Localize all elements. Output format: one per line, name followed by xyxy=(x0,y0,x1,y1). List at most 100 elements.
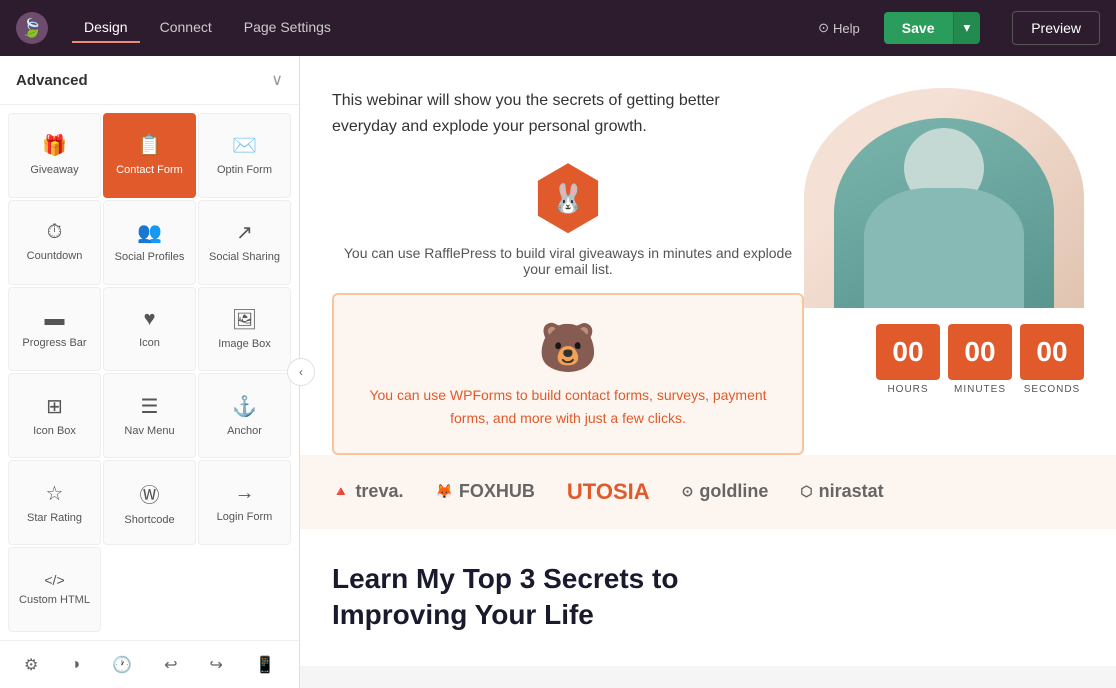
hero-left: This webinar will show you the secrets o… xyxy=(332,88,804,455)
widget-icon[interactable]: ♥ Icon xyxy=(103,287,196,372)
widget-nav-menu[interactable]: ☰ Nav Menu xyxy=(103,373,196,458)
widget-label-countdown: Countdown xyxy=(27,250,83,263)
countdown-hours-value: 00 xyxy=(876,324,940,380)
logo-nirastat: ⬡ nirastat xyxy=(800,481,883,502)
widget-giveaway[interactable]: 🎁 Giveaway xyxy=(8,113,101,198)
panel-collapse-arrow[interactable]: ‹ xyxy=(287,358,315,386)
widget-label-icon: Icon xyxy=(139,337,160,350)
contact-form-icon: 📋 xyxy=(137,133,162,158)
bottom-toolbar: ⚙ ◑ 🕐 ↩ ↪ 📱 xyxy=(0,640,299,688)
icon-widget-icon: ♥ xyxy=(144,308,156,331)
widget-contact-form[interactable]: 📋 Contact Form xyxy=(103,113,196,198)
sidebar-title: Advanced xyxy=(16,72,88,89)
widget-progress-bar[interactable]: ▬ Progress Bar xyxy=(8,287,101,372)
bottom-section: Learn My Top 3 Secrets to Improving Your… xyxy=(300,529,1116,666)
hero-section: This webinar will show you the secrets o… xyxy=(300,56,1116,455)
giveaway-icon: 🎁 xyxy=(42,133,67,158)
countdown-seconds-label: SECONDS xyxy=(1024,384,1080,395)
login-form-icon: → xyxy=(235,482,255,505)
widget-social-profiles[interactable]: 👥 Social Profiles xyxy=(103,200,196,285)
content-area: This webinar will show you the secrets o… xyxy=(300,56,1116,688)
logo-foxhub: 🦊 FOXHUB xyxy=(435,481,534,502)
widget-label-icon-box: Icon Box xyxy=(33,425,76,438)
countdown-minutes: 00 MINUTES xyxy=(948,324,1012,395)
widget-anchor[interactable]: ⚓ Anchor xyxy=(198,373,291,458)
help-icon: ⊙ xyxy=(818,20,829,36)
widget-icon-box[interactable]: ⊞ Icon Box xyxy=(8,373,101,458)
star-rating-icon: ☆ xyxy=(46,481,64,506)
widget-optin-form[interactable]: ✉️ Optin Form xyxy=(198,113,291,198)
widget-custom-html[interactable]: </> Custom HTML xyxy=(8,547,101,632)
nav-menu-icon: ☰ xyxy=(141,394,159,419)
widget-label-anchor: Anchor xyxy=(227,425,262,438)
undo-toolbar-button[interactable]: ↩ xyxy=(156,647,185,683)
custom-html-icon: </> xyxy=(44,572,64,588)
main-layout: Advanced ∨ 🎁 Giveaway 📋 Contact Form ✉️ … xyxy=(0,56,1116,688)
save-dropdown-button[interactable]: ▾ xyxy=(953,12,981,44)
sidebar-header: Advanced ∨ xyxy=(0,56,299,105)
widget-label-image-box: Image Box xyxy=(218,338,271,351)
widget-label-contact-form: Contact Form xyxy=(116,164,183,177)
top-navigation: 🍃 Design Connect Page Settings ⊙ Help Sa… xyxy=(0,0,1116,56)
optin-form-icon: ✉️ xyxy=(232,133,257,158)
widget-label-progress-bar: Progress Bar xyxy=(22,337,86,350)
preview-button[interactable]: Preview xyxy=(1012,11,1100,45)
giveaway-description: You can use RafflePress to build viral g… xyxy=(332,245,804,277)
sidebar-collapse-button[interactable]: ∨ xyxy=(271,70,283,90)
wpforms-box: 🐻 You can use WPForms to build contact f… xyxy=(332,293,804,455)
social-sharing-icon: ↗ xyxy=(236,220,253,245)
countdown-minutes-value: 00 xyxy=(948,324,1012,380)
logo: 🍃 xyxy=(16,12,48,44)
nav-tab-design[interactable]: Design xyxy=(72,13,140,43)
settings-toolbar-button[interactable]: ⚙ xyxy=(16,647,46,683)
countdown-icon: ⏱ xyxy=(47,221,63,244)
rafflepress-logo: 🐰 xyxy=(533,163,603,233)
nav-tab-page-settings[interactable]: Page Settings xyxy=(232,13,343,43)
widget-label-custom-html: Custom HTML xyxy=(19,594,90,607)
save-button-group: Save ▾ xyxy=(884,12,980,44)
widget-social-sharing[interactable]: ↗ Social Sharing xyxy=(198,200,291,285)
layers-toolbar-button[interactable]: ◑ xyxy=(62,648,88,682)
widget-label-star-rating: Star Rating xyxy=(27,512,82,525)
anchor-icon: ⚓ xyxy=(232,394,257,419)
widget-label-social-sharing: Social Sharing xyxy=(209,251,280,264)
wpforms-bear-icon: 🐻 xyxy=(366,319,770,376)
mobile-toolbar-button[interactable]: 📱 xyxy=(247,647,283,683)
logo-goldline: ⊙ goldline xyxy=(682,481,769,502)
icon-box-icon: ⊞ xyxy=(46,394,63,419)
countdown-seconds-value: 00 xyxy=(1020,324,1084,380)
widget-star-rating[interactable]: ☆ Star Rating xyxy=(8,460,101,545)
nav-tabs: Design Connect Page Settings xyxy=(72,13,343,43)
countdown-minutes-label: MINUTES xyxy=(954,384,1006,395)
giveaway-section: 🐰 You can use RafflePress to build viral… xyxy=(332,163,804,277)
save-button[interactable]: Save xyxy=(884,12,953,44)
widget-image-box[interactable]: 🖼 Image Box xyxy=(198,287,291,372)
nav-tab-connect[interactable]: Connect xyxy=(148,13,224,43)
widget-label-shortcode: Shortcode xyxy=(124,514,174,527)
left-sidebar: Advanced ∨ 🎁 Giveaway 📋 Contact Form ✉️ … xyxy=(0,56,300,688)
redo-toolbar-button[interactable]: ↪ xyxy=(202,647,231,683)
logo-utosia: UTOSIA xyxy=(567,479,650,505)
countdown-seconds: 00 SECONDS xyxy=(1020,324,1084,395)
widget-label-social-profiles: Social Profiles xyxy=(115,251,185,264)
social-profiles-icon: 👥 xyxy=(137,220,162,245)
bottom-heading: Learn My Top 3 Secrets to Improving Your… xyxy=(332,561,1084,634)
countdown-hours: 00 HOURS xyxy=(876,324,940,395)
page-content: This webinar will show you the secrets o… xyxy=(300,56,1116,666)
widget-login-form[interactable]: → Login Form xyxy=(198,460,291,545)
hero-right: 00 HOURS 00 MINUTES 00 SECONDS xyxy=(804,88,1084,411)
hero-image xyxy=(804,88,1084,308)
widget-countdown[interactable]: ⏱ Countdown xyxy=(8,200,101,285)
widget-label-giveaway: Giveaway xyxy=(30,164,78,177)
help-button[interactable]: ⊙ Help xyxy=(818,20,860,36)
image-box-icon: 🖼 xyxy=(232,307,257,332)
widget-label-optin-form: Optin Form xyxy=(217,164,272,177)
history-toolbar-button[interactable]: 🕐 xyxy=(104,647,140,683)
wpforms-text: You can use WPForms to build contact for… xyxy=(366,384,770,429)
logo-treva: 🔺 treva. xyxy=(332,481,403,502)
widget-label-login-form: Login Form xyxy=(217,511,273,524)
logos-section: 🔺 treva. 🦊 FOXHUB UTOSIA ⊙ goldline ⬡ ni… xyxy=(300,455,1116,529)
hero-text: This webinar will show you the secrets o… xyxy=(332,88,752,139)
widget-shortcode[interactable]: Ⓦ Shortcode xyxy=(103,460,196,545)
widgets-grid: 🎁 Giveaway 📋 Contact Form ✉️ Optin Form … xyxy=(0,105,299,640)
